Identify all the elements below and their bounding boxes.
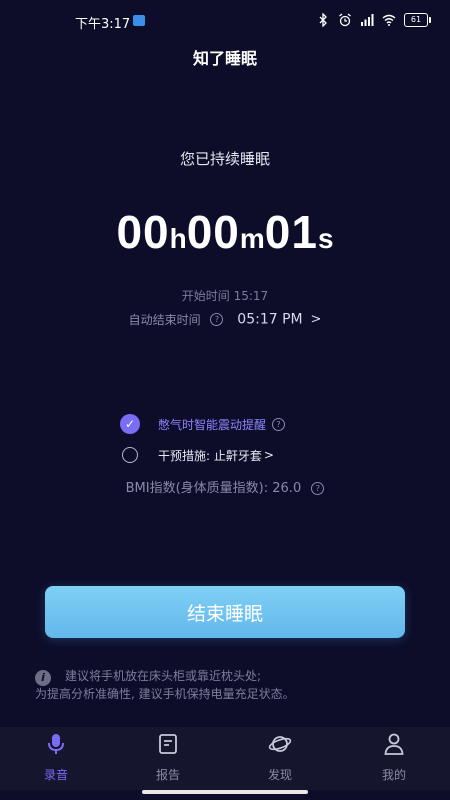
help-icon[interactable]: ? bbox=[311, 482, 325, 495]
notification-badge-icon bbox=[133, 15, 145, 26]
timer-minutes-unit: m bbox=[239, 223, 265, 254]
tab-label: 发现 bbox=[267, 768, 292, 782]
timer-seconds: 01 bbox=[264, 206, 318, 258]
bottom-tab-bar: 录音 报告 发现 我的 bbox=[0, 727, 450, 790]
status-icons: 61 bbox=[316, 10, 431, 30]
checkbox-checked-icon[interactable]: ✓ bbox=[120, 414, 140, 434]
intervention-option[interactable]: 干预措施: 止鼾牙套 > bbox=[120, 444, 274, 466]
home-indicator[interactable] bbox=[142, 790, 308, 794]
bmi-text: BMI指数(身体质量指数): 26.0 bbox=[125, 481, 302, 496]
auto-end-time-row[interactable]: 自动结束时间 ? 05:17 PM > bbox=[0, 311, 450, 328]
help-icon[interactable]: ? bbox=[272, 417, 286, 431]
signal-icon bbox=[361, 14, 374, 26]
radio-unchecked-icon[interactable] bbox=[122, 447, 138, 463]
help-icon[interactable]: ? bbox=[210, 313, 224, 326]
alarm-icon bbox=[339, 13, 351, 27]
chevron-right-icon: > bbox=[310, 312, 322, 327]
tab-report[interactable]: 报告 bbox=[112, 727, 224, 790]
intervention-label: 干预措施: 止鼾牙套 bbox=[158, 448, 262, 463]
tab-recording[interactable]: 录音 bbox=[0, 727, 112, 790]
auto-end-value: 05:17 PM bbox=[237, 311, 303, 328]
start-time: 开始时间 15:17 bbox=[181, 289, 269, 303]
tab-label: 录音 bbox=[43, 768, 68, 782]
tip-box: i 建议将手机放在床头柜或靠近枕头处; 为提高分析准确性, 建议手机保持电量充足… bbox=[35, 667, 425, 703]
bmi-info: BMI指数(身体质量指数): 26.0 ? bbox=[0, 477, 450, 496]
page-title: 知了睡眠 bbox=[192, 49, 257, 68]
info-icon: i bbox=[35, 670, 51, 686]
status-time: 下午3:17 bbox=[75, 17, 131, 32]
sleep-timer: 00h00m01s bbox=[0, 205, 450, 259]
person-icon bbox=[384, 733, 404, 755]
tip-line-2: 为提高分析准确性, 建议手机保持电量充足状态。 bbox=[35, 687, 295, 701]
timer-hours: 00 bbox=[116, 206, 170, 258]
timer-seconds-unit: s bbox=[317, 223, 334, 254]
chevron-right-icon: > bbox=[263, 448, 274, 462]
battery-icon: 61 bbox=[404, 13, 431, 27]
timer-minutes: 00 bbox=[186, 206, 240, 258]
tab-discover[interactable]: 发现 bbox=[224, 727, 336, 790]
sleep-duration-label: 您已持续睡眠 bbox=[179, 150, 270, 168]
planet-icon bbox=[268, 736, 292, 752]
tab-profile[interactable]: 我的 bbox=[338, 727, 450, 790]
vibration-reminder-option[interactable]: ✓ 憋气时智能震动提醒 ? bbox=[120, 413, 286, 435]
end-sleep-button[interactable]: 结束睡眠 bbox=[45, 586, 405, 638]
wifi-icon bbox=[382, 14, 396, 26]
tab-label: 我的 bbox=[381, 768, 406, 782]
auto-end-label: 自动结束时间 bbox=[128, 313, 201, 327]
microphone-icon bbox=[48, 734, 64, 754]
timer-hours-unit: h bbox=[169, 223, 187, 254]
status-bar: 下午3:17 61 bbox=[0, 0, 450, 40]
vibration-reminder-label: 憋气时智能震动提醒 bbox=[158, 417, 267, 432]
report-icon bbox=[159, 734, 177, 754]
tab-label: 报告 bbox=[155, 768, 180, 782]
tip-line-1: 建议将手机放在床头柜或靠近枕头处; bbox=[65, 669, 262, 683]
bluetooth-icon bbox=[319, 13, 327, 27]
